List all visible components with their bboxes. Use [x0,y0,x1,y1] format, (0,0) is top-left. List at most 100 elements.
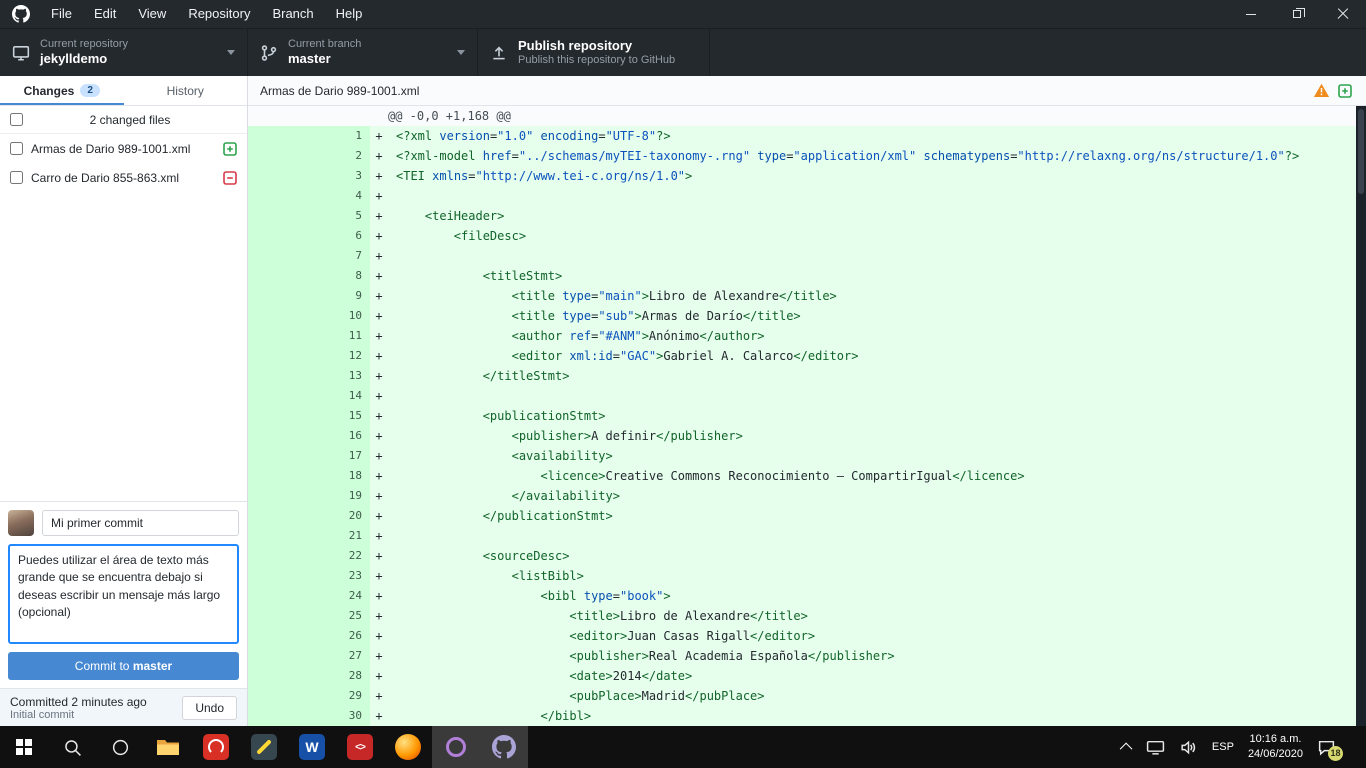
tray-chevron-up-icon[interactable] [1120,742,1133,755]
diff-line[interactable]: 18+ <licence>Creative Commons Reconocimi… [248,466,1356,486]
menu-repository[interactable]: Repository [177,0,261,28]
warning-triangle-icon[interactable] [1313,83,1330,98]
commit-button-prefix: Commit to [75,659,130,673]
old-line-number [248,506,308,526]
diff-line[interactable]: 19+ </availability> [248,486,1356,506]
new-line-number: 5 [308,206,370,226]
code-text: <title type="sub">Armas de Darío</title> [388,306,801,326]
new-line-number: 14 [308,386,370,406]
diff-line[interactable]: 24+ <bibl type="book"> [248,586,1356,606]
scrollbar-thumb[interactable] [1358,109,1364,194]
diff-line[interactable]: 12+ <editor xml:id="GAC">Gabriel A. Cala… [248,346,1356,366]
old-line-number [248,366,308,386]
new-line-number: 13 [308,366,370,386]
avatar [8,510,34,536]
diff-add-marker: + [370,666,388,686]
current-repository-button[interactable]: Current repository jekylldemo [0,29,248,76]
ring-app-button[interactable] [432,726,480,768]
diff-line[interactable]: 10+ <title type="sub">Armas de Darío</ti… [248,306,1356,326]
diff-add-marker: + [370,346,388,366]
diff-line[interactable]: 30+ </bibl> [248,706,1356,726]
diff-line[interactable]: 9+ <title type="main">Libro de Alexandre… [248,286,1356,306]
file-row[interactable]: Armas de Dario 989-1001.xml [0,134,247,163]
diff-scrollbar[interactable] [1356,106,1366,726]
editor-button[interactable] [240,726,288,768]
clock[interactable]: 10:16 a.m. 24/06/2020 [1248,732,1303,762]
commit-button[interactable]: Commit to master [8,652,239,680]
diff-add-marker: + [370,186,388,206]
menu-file[interactable]: File [40,0,83,28]
folder-icon [156,737,180,757]
file-checkbox[interactable] [10,171,23,184]
menu-branch[interactable]: Branch [261,0,324,28]
word-button[interactable]: W [288,726,336,768]
close-button[interactable] [1320,0,1366,28]
menu-view[interactable]: View [127,0,177,28]
diff-line[interactable]: 4+ [248,186,1356,206]
publish-repository-button[interactable]: Publish repository Publish this reposito… [478,29,710,76]
menu-edit[interactable]: Edit [83,0,127,28]
diff-line[interactable]: 1+<?xml version="1.0" encoding="UTF-8"?> [248,126,1356,146]
diff-line[interactable]: 6+ <fileDesc> [248,226,1356,246]
oxygen-xml-icon: <> [347,734,373,760]
github-desktop-button[interactable] [480,726,528,768]
start-button[interactable] [0,726,48,768]
acrobat-button[interactable] [192,726,240,768]
tab-changes[interactable]: Changes 2 [0,76,124,105]
select-all-checkbox[interactable] [10,113,23,126]
diff-line[interactable]: 28+ <date>2014</date> [248,666,1356,686]
hunk-header: @@ -0,0 +1,168 @@ [248,106,1356,126]
diff-line[interactable]: 26+ <editor>Juan Casas Rigall</editor> [248,626,1356,646]
commit-summary-input[interactable] [42,510,239,536]
diff-line[interactable]: 16+ <publisher>A definir</publisher> [248,426,1356,446]
changes-count-badge: 2 [80,84,100,97]
action-center-button[interactable]: 18 [1317,738,1336,757]
commit-description-textarea[interactable]: Puedes utilizar el área de texto más gra… [8,544,239,644]
diff-add-marker: + [370,226,388,246]
minimize-button[interactable] [1228,0,1274,28]
diff-line[interactable]: 11+ <author ref="#ANM">Anónimo</author> [248,326,1356,346]
diff-line[interactable]: 3+<TEI xmlns="http://www.tei-c.org/ns/1.… [248,166,1356,186]
file-explorer-button[interactable] [144,726,192,768]
diff-line[interactable]: 25+ <title>Libro de Alexandre</title> [248,606,1356,626]
diff-line[interactable]: 14+ [248,386,1356,406]
diff-line[interactable]: 22+ <sourceDesc> [248,546,1356,566]
diff-line[interactable]: 20+ </publicationStmt> [248,506,1356,526]
file-checkbox[interactable] [10,142,23,155]
diff-line[interactable]: 17+ <availability> [248,446,1356,466]
new-line-number: 18 [308,466,370,486]
diff-line[interactable]: 8+ <titleStmt> [248,266,1356,286]
diff-line[interactable]: 15+ <publicationStmt> [248,406,1356,426]
old-line-number [248,646,308,666]
cortana-button[interactable] [96,726,144,768]
file-name: Carro de Dario 855-863.xml [31,171,215,185]
diff-line[interactable]: 5+ <teiHeader> [248,206,1356,226]
undo-button[interactable]: Undo [182,696,237,720]
network-icon[interactable] [1146,738,1165,757]
diff-line[interactable]: 13+ </titleStmt> [248,366,1356,386]
current-branch-button[interactable]: Current branch master [248,29,478,76]
diff-line[interactable]: 21+ [248,526,1356,546]
new-line-number: 28 [308,666,370,686]
code-text [388,246,396,266]
diff-line[interactable]: 7+ [248,246,1356,266]
diff-add-marker: + [370,386,388,406]
diff-line[interactable]: 27+ <publisher>Real Academia Española</p… [248,646,1356,666]
oxygen-button[interactable]: <> [336,726,384,768]
new-line-number: 6 [308,226,370,246]
sidebar-tabs: Changes 2 History [0,76,247,106]
diff-line[interactable]: 2+<?xml-model href="../schemas/myTEI-tax… [248,146,1356,166]
firefox-button[interactable] [384,726,432,768]
old-line-number [248,286,308,306]
purple-ring-icon [446,737,466,757]
language-indicator[interactable]: ESP [1212,741,1234,753]
file-row[interactable]: Carro de Dario 855-863.xml [0,163,247,192]
search-button[interactable] [48,726,96,768]
maximize-button[interactable] [1274,0,1320,28]
diff-line[interactable]: 23+ <listBibl> [248,566,1356,586]
diff-line[interactable]: 29+ <pubPlace>Madrid</pubPlace> [248,686,1356,706]
volume-icon[interactable] [1179,738,1198,757]
tab-history[interactable]: History [124,76,248,105]
menu-help[interactable]: Help [325,0,374,28]
sidebar-spacer [0,192,247,501]
